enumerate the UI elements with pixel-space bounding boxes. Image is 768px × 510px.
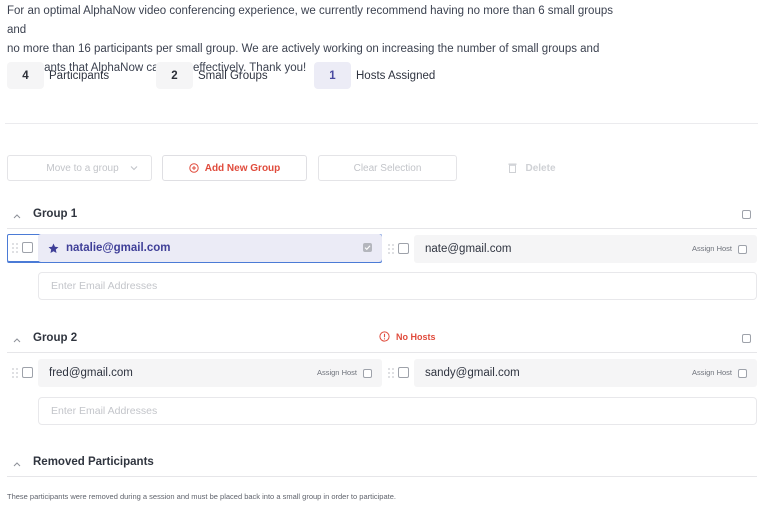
alert-circle-icon: [379, 331, 390, 342]
intro-line: no more than 16 participants per small g…: [7, 43, 600, 55]
stats-bar: 4 Participants 2 Small Groups 1 Hosts As…: [7, 62, 435, 89]
participant-email: fred@gmail.com: [49, 367, 133, 379]
stat-value: 2: [156, 62, 193, 89]
chevron-up-icon[interactable]: [12, 336, 22, 344]
participant-email: natalie@gmail.com: [66, 242, 171, 254]
removed-participants-note: These participants were removed during a…: [7, 492, 396, 501]
stat-value: 1: [314, 62, 351, 89]
stat-participants: 4 Participants: [7, 62, 156, 89]
participant-row[interactable]: natalie@gmail.com: [7, 234, 382, 262]
section-divider: [5, 123, 758, 124]
delete-label: Delete: [525, 162, 556, 174]
drag-handle-icon[interactable]: [387, 367, 395, 379]
stat-label: Small Groups: [198, 69, 268, 82]
host-checkbox-checked[interactable]: [363, 243, 372, 252]
participant-pill: sandy@gmail.com Assign Host: [414, 359, 757, 387]
delete-button[interactable]: Delete: [502, 155, 562, 181]
chevron-up-icon[interactable]: [12, 460, 22, 468]
assign-host-label: Assign Host: [316, 368, 357, 377]
checkmark-icon: [364, 245, 371, 251]
chevron-up-icon[interactable]: [12, 212, 22, 220]
group-title: Group 1: [33, 208, 78, 220]
drag-handle-icon[interactable]: [387, 243, 395, 255]
assign-host-label: Assign Host: [691, 244, 732, 253]
group-title: Group 2: [33, 332, 78, 344]
participant-row[interactable]: fred@gmail.com Assign Host: [7, 359, 382, 387]
star-icon: [48, 243, 59, 253]
participant-pill: nate@gmail.com Assign Host: [414, 235, 757, 263]
group-select-all-checkbox[interactable]: [742, 334, 751, 343]
stat-label: Hosts Assigned: [356, 69, 436, 82]
participant-pill: natalie@gmail.com: [38, 234, 382, 262]
participant-pill: fred@gmail.com Assign Host: [38, 359, 382, 387]
assign-host-checkbox[interactable]: [738, 369, 747, 378]
participant-select-checkbox[interactable]: [22, 242, 33, 253]
group-select-all-checkbox[interactable]: [742, 210, 751, 219]
removed-participants-header: Removed Participants: [7, 453, 757, 477]
intro-line: For an optimal AlphaNow video conferenci…: [7, 5, 613, 36]
move-to-group-label: Move to a group: [46, 162, 119, 174]
warning-text: No Hosts: [396, 331, 436, 342]
email-input-group-1[interactable]: [38, 272, 757, 300]
participant-row[interactable]: nate@gmail.com Assign Host: [383, 235, 757, 263]
email-input-group-2[interactable]: [38, 397, 757, 425]
no-hosts-warning: No Hosts: [379, 331, 436, 342]
trash-icon: [508, 163, 517, 173]
participant-select-checkbox[interactable]: [22, 367, 33, 378]
add-circle-icon: [189, 163, 199, 173]
participant-email: sandy@gmail.com: [425, 367, 520, 379]
stat-label: Participants: [49, 69, 110, 82]
clear-selection-label: Clear Selection: [353, 162, 422, 174]
clear-selection-button[interactable]: Clear Selection: [318, 155, 457, 181]
participant-select-checkbox[interactable]: [398, 367, 409, 378]
stat-small-groups: 2 Small Groups: [156, 62, 314, 89]
stat-value: 4: [7, 62, 44, 89]
group-header: Group 2 No Hosts: [7, 329, 757, 353]
participant-email: nate@gmail.com: [425, 243, 512, 255]
group-header: Group 1: [7, 205, 757, 229]
chevron-down-icon: [130, 166, 138, 171]
assign-host-checkbox[interactable]: [738, 245, 747, 254]
drag-handle-icon[interactable]: [11, 367, 19, 379]
move-to-group-dropdown[interactable]: Move to a group: [7, 155, 152, 181]
drag-handle-icon[interactable]: [11, 242, 19, 254]
removed-participants-title: Removed Participants: [33, 456, 154, 468]
assign-host-checkbox[interactable]: [363, 369, 372, 378]
participant-row[interactable]: sandy@gmail.com Assign Host: [383, 359, 757, 387]
add-new-group-label: Add New Group: [204, 162, 281, 174]
stat-hosts-assigned: 1 Hosts Assigned: [314, 62, 435, 89]
assign-host-label: Assign Host: [691, 368, 732, 377]
add-new-group-button[interactable]: Add New Group: [162, 155, 307, 181]
participant-select-checkbox[interactable]: [398, 243, 409, 254]
